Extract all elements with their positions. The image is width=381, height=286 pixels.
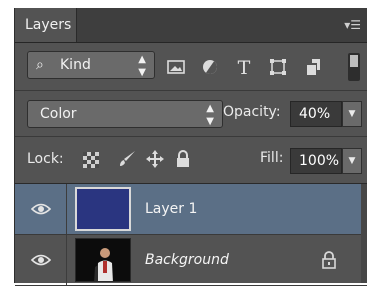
adjustment-filter-icon[interactable] — [199, 58, 221, 78]
lock-icon — [321, 250, 337, 270]
blend-row: Color ▲ ▼ Opacity: 40% ▼ — [15, 90, 367, 137]
layers-panel: Layers ▾☰ ⌕ Kind ▲ ▼ T Color ▲ ▼ Opacity: … — [14, 8, 367, 286]
stepper-arrows-icon: ▲ ▼ — [206, 103, 214, 127]
lock-image-pixels-icon[interactable] — [117, 149, 137, 169]
eye-icon — [31, 254, 51, 266]
filter-toggle-switch[interactable] — [348, 53, 360, 81]
layer-name[interactable]: Background — [145, 235, 229, 285]
lock-all-icon[interactable] — [173, 149, 193, 169]
filter-kind-select[interactable]: ⌕ Kind ▲ ▼ — [27, 51, 155, 79]
layers-list: Layer 1 Background — [15, 184, 367, 286]
filter-row: ⌕ Kind ▲ ▼ T — [15, 43, 367, 89]
lock-row: Lock: Fill: 100% ▼ — [15, 136, 367, 184]
type-filter-icon[interactable]: T — [233, 58, 255, 78]
layer-row-layer-1[interactable]: Layer 1 — [15, 184, 367, 235]
tab-layers[interactable]: Layers — [15, 8, 77, 42]
lock-label: Lock: — [27, 151, 64, 167]
smart-object-filter-icon[interactable] — [303, 58, 325, 78]
layers-scrollbar[interactable] — [361, 184, 367, 283]
person-photo-thumbnail — [76, 239, 130, 281]
lock-transparent-pixels-icon[interactable] — [83, 152, 99, 168]
search-icon: ⌕ — [36, 57, 44, 73]
panel-menu-icon[interactable]: ▾☰ — [341, 17, 361, 33]
layer-name[interactable]: Layer 1 — [145, 184, 197, 234]
fill-field[interactable]: 100% — [290, 148, 342, 174]
blend-mode-value: Color — [40, 106, 77, 122]
lock-position-icon[interactable] — [145, 149, 165, 169]
layer-row-background[interactable]: Background — [15, 235, 367, 286]
opacity-label: Opacity: — [223, 104, 281, 120]
fill-label: Fill: — [260, 150, 284, 166]
opacity-field[interactable]: 40% — [290, 101, 342, 127]
layer-thumbnail[interactable] — [75, 238, 131, 282]
layer-thumbnail[interactable] — [75, 187, 131, 231]
blend-mode-select[interactable]: Color ▲ ▼ — [27, 100, 223, 128]
visibility-toggle[interactable] — [15, 184, 67, 234]
eye-icon — [31, 203, 51, 215]
filter-kind-label: Kind — [60, 57, 91, 73]
opacity-dropdown-button[interactable]: ▼ — [342, 101, 362, 127]
panel-tab-bar: Layers ▾☰ — [15, 8, 367, 43]
visibility-toggle[interactable] — [15, 235, 67, 285]
image-filter-icon[interactable] — [165, 58, 187, 78]
shape-filter-icon[interactable] — [267, 58, 289, 78]
fill-dropdown-button[interactable]: ▼ — [342, 148, 362, 174]
stepper-arrows-icon: ▲ ▼ — [138, 54, 146, 78]
